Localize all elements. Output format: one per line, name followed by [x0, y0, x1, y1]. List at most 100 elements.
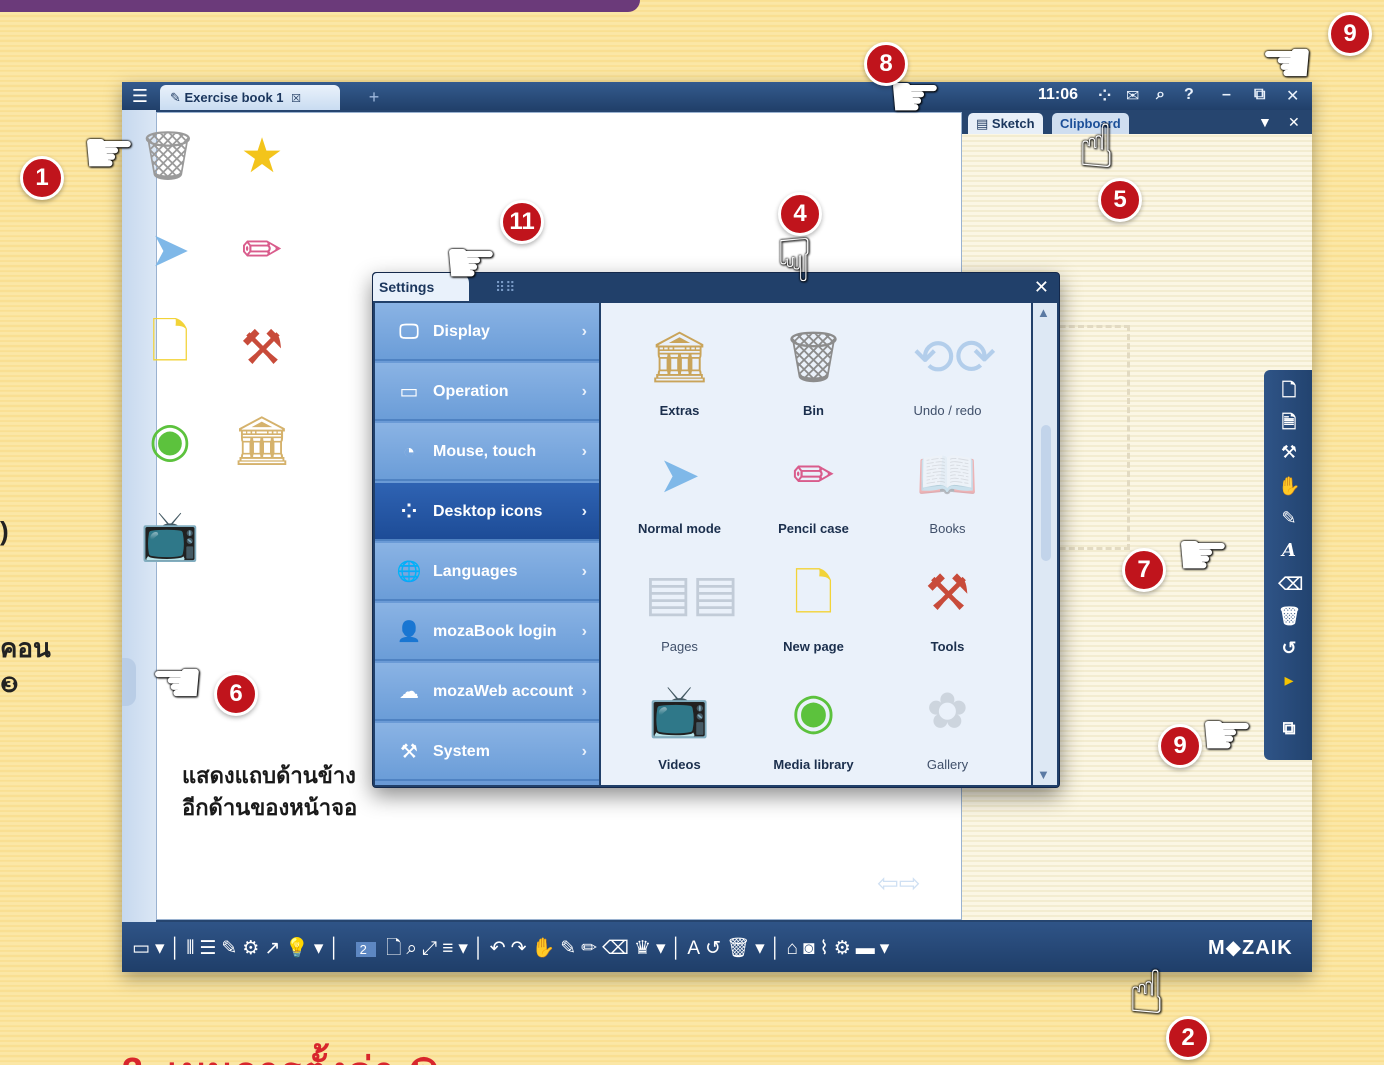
- mail-icon[interactable]: ✉: [1126, 86, 1139, 106]
- tab-exercise-book[interactable]: ✎ Exercise book 1 ☒: [160, 85, 340, 110]
- draw-tools-icon[interactable]: A↺🗑▾│⌂◙⌇⚙▬▾: [687, 938, 894, 959]
- tab-sketch[interactable]: ▤ Sketch: [968, 113, 1043, 134]
- setting-item-gallery[interactable]: ✿ Gallery: [881, 669, 1014, 787]
- hammer-icon[interactable]: ⚒: [1278, 442, 1300, 463]
- callout-badge: 7: [1122, 548, 1166, 592]
- scroll-up-icon[interactable]: ▲: [1037, 305, 1050, 320]
- videos-icon[interactable]: 📺: [140, 505, 200, 565]
- menu-display[interactable]: 🖵 Display ›: [375, 303, 599, 361]
- apps-icon[interactable]: ⁘: [1098, 86, 1111, 106]
- pages-icon: ▤▤: [644, 565, 739, 621]
- annotation-text: แสดงแถบด้านข้างอีกด้านของหน้าจอ: [182, 763, 358, 820]
- setting-item-media-library[interactable]: ◉ Media library: [747, 669, 880, 787]
- menu-label: mozaWeb account: [433, 683, 574, 700]
- minimize-icon[interactable]: –: [1222, 86, 1231, 104]
- menu-label: Display: [433, 323, 490, 340]
- side-panel-handle[interactable]: [122, 658, 136, 706]
- undo-icon[interactable]: ↺: [1278, 638, 1300, 659]
- menu-system[interactable]: ⚒ System ›: [375, 723, 599, 781]
- setting-item-bin[interactable]: 🗑 Bin: [747, 315, 880, 433]
- undo-redo-icon: ⟲⟳: [912, 329, 997, 385]
- extras-icon[interactable]: 🏛: [232, 410, 293, 470]
- search-icon[interactable]: ⌕: [1156, 86, 1165, 104]
- eraser-icon[interactable]: ⌫: [1278, 574, 1303, 595]
- callout-badge: 1: [20, 156, 64, 200]
- chevron-right-icon: ›: [581, 623, 587, 640]
- popout-icon[interactable]: ⧉: [1278, 718, 1300, 739]
- new-page-icon[interactable]: 🗋: [140, 316, 200, 378]
- scroll-down-icon[interactable]: ▼: [1037, 767, 1050, 782]
- pencil-case-icon[interactable]: ✏: [232, 220, 292, 280]
- videos-icon: 📺: [648, 683, 711, 739]
- scroll-thumb[interactable]: [1041, 425, 1051, 561]
- menu-mouse-touch[interactable]: ◔ Mouse, touch ›: [375, 423, 599, 481]
- tab-close-icon[interactable]: ☒: [291, 93, 301, 105]
- menu-operation[interactable]: ▭ Operation ›: [375, 363, 599, 421]
- new-page-icon: 🗋: [793, 565, 834, 621]
- callout-badge: 4: [778, 192, 822, 236]
- page-tools-icon[interactable]: 🗋⌕⤢≡▾│↶↷✋✎✏⌫♛▾│: [386, 938, 687, 959]
- setting-item-books[interactable]: 📖 Books: [881, 433, 1014, 551]
- pointing-hand-icon: ☚: [150, 649, 204, 716]
- chevron-right-icon: ›: [581, 563, 587, 580]
- grid-icon: ⁘: [400, 501, 418, 523]
- chevron-right-icon: ›: [581, 743, 587, 760]
- media-library-icon[interactable]: ◉: [140, 410, 200, 470]
- pointing-hand-icon: ☛: [1200, 701, 1254, 768]
- new-tab-button[interactable]: +: [354, 85, 394, 110]
- setting-item-pencil-case[interactable]: ✏ Pencil case: [747, 433, 880, 551]
- menu-label: System: [433, 743, 490, 760]
- settings-scrollbar[interactable]: ▲ ▼: [1033, 303, 1057, 785]
- menu-mozaweb-account[interactable]: ☁ mozaWeb account ›: [375, 663, 599, 721]
- book-icon[interactable]: ▭▾│: [132, 938, 186, 959]
- tools-icon: ⚒: [400, 741, 418, 763]
- hamburger-menu-icon[interactable]: ☰: [130, 87, 150, 105]
- chevron-right-icon: ›: [581, 443, 587, 460]
- menu-languages[interactable]: 🌐 Languages ›: [375, 543, 599, 601]
- bin-icon[interactable]: 🗑: [1278, 606, 1301, 627]
- play-icon[interactable]: ▸: [1278, 670, 1300, 691]
- sketch-icon: ▤: [976, 116, 992, 131]
- item-label: Undo / redo: [913, 403, 982, 418]
- cut-off-text: ): [0, 516, 9, 546]
- item-label: Pages: [661, 639, 698, 654]
- callout-badge: 6: [214, 672, 258, 716]
- star-icon[interactable]: ★: [232, 126, 292, 186]
- setting-item-new-page[interactable]: 🗋 New page: [747, 551, 880, 669]
- setting-item-undo-redo[interactable]: ⟲⟳ Undo / redo: [881, 315, 1014, 433]
- toolbar-icons[interactable]: ▭▾│⫴☰✎⚙↗💡▾│ 2 🗋⌕⤢≡▾│↶↷✋✎✏⌫♛▾│A↺🗑▾│⌂◙⌇⚙▬▾: [132, 934, 894, 966]
- cursor-icon[interactable]: ➤: [140, 220, 200, 280]
- header-band: [0, 0, 640, 12]
- setting-item-videos[interactable]: 📺 Videos: [613, 669, 746, 787]
- setting-item-extras[interactable]: 🏛 Extras: [613, 315, 746, 433]
- tab-sketch-label: Sketch: [991, 116, 1035, 131]
- bin-icon[interactable]: 🗑: [138, 125, 199, 185]
- cut-off-text: คอน: [0, 633, 51, 663]
- user-icon: 👤: [396, 621, 422, 643]
- text-icon[interactable]: A: [1278, 540, 1300, 561]
- new-page-icon[interactable]: 🗋: [1278, 378, 1300, 408]
- pencil-case-icon: ✏: [792, 447, 835, 503]
- item-label: Tools: [930, 639, 965, 654]
- item-label: Media library: [773, 757, 854, 772]
- callout-badge: 8: [864, 42, 908, 86]
- drag-grip-icon[interactable]: ⠿⠿: [495, 279, 516, 296]
- callout-badge: 5: [1098, 178, 1142, 222]
- page-nav-arrows-icon[interactable]: ⇦⇨: [877, 868, 921, 899]
- tools-group-icon[interactable]: ⫴☰✎⚙↗💡▾│: [186, 938, 345, 959]
- help-icon[interactable]: ?: [1184, 86, 1194, 104]
- setting-item-tools[interactable]: ⚒ Tools: [881, 551, 1014, 669]
- pen-icon[interactable]: ✎: [1278, 508, 1300, 529]
- settings-close-icon[interactable]: ✕: [1034, 277, 1049, 298]
- sidebar-close-icon[interactable]: ✕: [1288, 114, 1300, 131]
- chevron-down-icon[interactable]: ▼: [1258, 114, 1272, 130]
- menu-desktop-icons[interactable]: ⁘ Desktop icons ›: [375, 483, 599, 541]
- menu-mozabook-login[interactable]: 👤 mozaBook login ›: [375, 603, 599, 661]
- page-edit-icon[interactable]: 🗎: [1278, 410, 1300, 440]
- tools-icon[interactable]: ⚒: [232, 318, 292, 378]
- hand-icon[interactable]: ✋: [1278, 476, 1300, 497]
- setting-item-normal-mode[interactable]: ➤ Normal mode: [613, 433, 746, 551]
- setting-item-pages[interactable]: ▤▤ Pages: [613, 551, 746, 669]
- chevron-right-icon: ›: [581, 383, 587, 400]
- callout-badge: 11: [500, 200, 544, 244]
